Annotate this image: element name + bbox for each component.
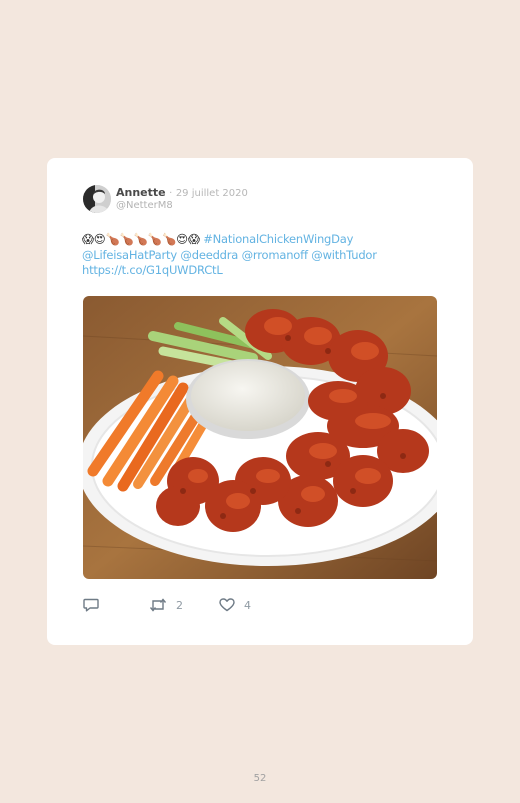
separator: · — [169, 188, 173, 199]
retweet-button[interactable]: 2 — [149, 598, 183, 612]
retweet-arrows-icon — [149, 598, 167, 612]
tweet-actions: 2 4 — [83, 598, 383, 616]
heart-icon — [219, 598, 235, 612]
emoji-line: 😱😍🍗🍗🍗🍗🍗😍😱 — [82, 232, 200, 246]
author-name[interactable]: Annette — [116, 186, 166, 199]
reply-button[interactable] — [83, 598, 99, 612]
author-handle[interactable]: @NetterM8 — [116, 200, 173, 211]
author-line: Annette · 29 juillet 2020 — [116, 186, 248, 201]
tweet-card: Annette · 29 juillet 2020 @NetterM8 😱😍🍗🍗… — [47, 158, 473, 645]
hashtag-link[interactable]: #NationalChickenWingDay — [203, 232, 353, 246]
chicken-wings-photo[interactable] — [83, 296, 437, 579]
reply-bubble-icon — [83, 598, 99, 612]
tweet-url-link[interactable]: https://t.co/G1qUWDRCtL — [82, 263, 223, 277]
tweet-text: 😱😍🍗🍗🍗🍗🍗😍😱 #NationalChickenWingDay @Lifei… — [82, 232, 442, 279]
avatar[interactable] — [83, 185, 111, 213]
like-button[interactable]: 4 — [219, 598, 251, 612]
tweet-date[interactable]: 29 juillet 2020 — [176, 188, 248, 199]
mentions-links[interactable]: @LifeisaHatParty @deeddra @rromanoff @wi… — [82, 248, 377, 262]
page-number: 52 — [253, 773, 267, 784]
like-count: 4 — [244, 598, 251, 612]
retweet-count: 2 — [176, 598, 183, 612]
